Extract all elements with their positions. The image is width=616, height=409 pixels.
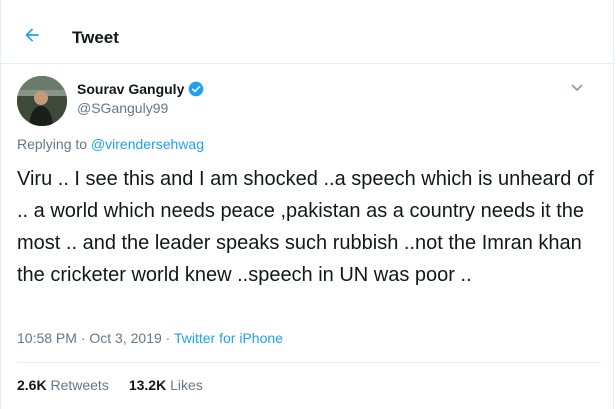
page-header: Tweet xyxy=(1,0,615,64)
retweets-stat[interactable]: 2.6K Retweets xyxy=(17,377,109,393)
page-title: Tweet xyxy=(72,28,119,47)
tweet-stats: 2.6K Retweets 13.2K Likes xyxy=(17,377,203,393)
retweets-count: 2.6K xyxy=(17,377,47,393)
author-name-row[interactable]: Sourav Ganguly xyxy=(77,81,204,97)
verified-badge-icon xyxy=(189,81,204,97)
author-handle[interactable]: @SGanguly99 xyxy=(77,100,168,116)
tweet-text: Viru .. I see this and I am shocked ..a … xyxy=(17,168,594,286)
tweet-time[interactable]: 10:58 PM xyxy=(17,330,77,346)
likes-count: 13.2K xyxy=(128,377,167,393)
divider xyxy=(17,362,601,363)
replying-label: Replying to xyxy=(17,136,88,152)
meta-separator: · xyxy=(76,330,90,346)
avatar[interactable] xyxy=(17,76,67,126)
back-arrow-icon xyxy=(25,28,39,42)
tweet-date[interactable]: Oct 3, 2019 xyxy=(89,330,161,346)
reply-to-link[interactable]: @virendersehwag xyxy=(91,136,204,152)
likes-label: Likes xyxy=(166,377,203,393)
replying-to: Replying to @virendersehwag xyxy=(17,136,204,152)
tweet-menu-button[interactable] xyxy=(567,80,587,96)
chevron-down-icon xyxy=(571,84,583,92)
tweet-source-link[interactable]: Twitter for iPhone xyxy=(174,330,283,346)
likes-stat[interactable]: 13.2K Likes xyxy=(129,377,203,393)
back-button[interactable] xyxy=(15,18,49,52)
author-name[interactable]: Sourav Ganguly xyxy=(77,81,184,97)
meta-separator: · xyxy=(161,330,174,346)
avatar-image xyxy=(17,76,67,126)
tweet-page: Tweet Sourav Ganguly @SGanguly99 Replyin… xyxy=(0,0,615,409)
retweets-label: Retweets xyxy=(46,377,109,393)
tweet-meta: 10:58 PM · Oct 3, 2019 · Twitter for iPh… xyxy=(17,330,283,346)
